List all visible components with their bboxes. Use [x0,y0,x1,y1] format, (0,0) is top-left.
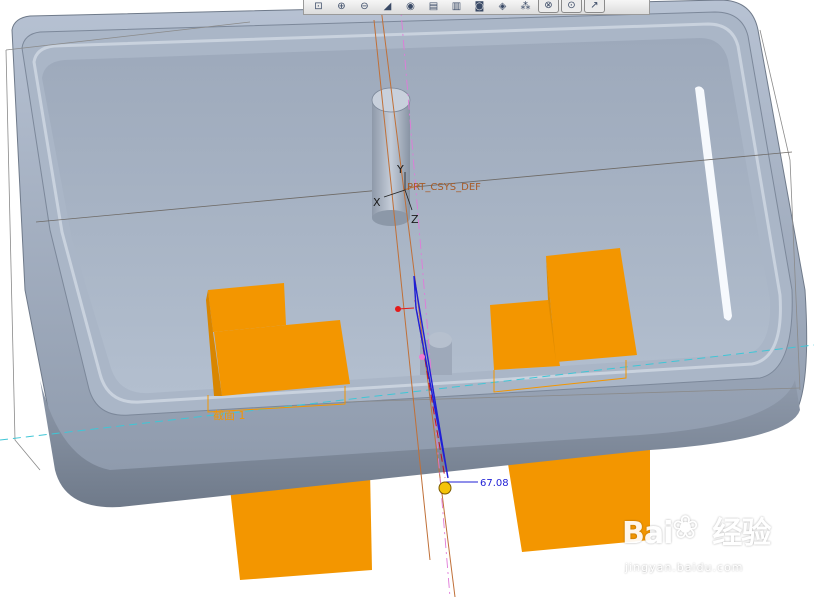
watermark-url: jingyan.baidu.com [625,561,744,574]
camera-icon[interactable]: ◙ [469,0,490,13]
sketch-point-pink[interactable] [419,354,425,360]
view-manager-icon[interactable]: ▥ [446,0,467,13]
center-boss-top [371,87,411,113]
paw-logo-icon: ❀ [672,508,699,546]
section-label[interactable]: 截面 1 [213,408,246,422]
graphics-window[interactable]: PRT_CSYS_DEF Y X Z 截面 1 67.08 ⊡ ⊕ ⊖ ◢ ◉ ▤ ▥ ◙ ◈ ⁂… [0,0,814,597]
graphics-toolbar: ⊡ ⊕ ⊖ ◢ ◉ ▤ ▥ ◙ ◈ ⁂ ⊗ ⊙ ↗ [303,0,650,15]
refit-icon[interactable]: ⊡ [308,0,329,13]
section-block-left-top [208,283,286,332]
zoom-in-icon[interactable]: ⊕ [331,0,352,13]
watermark-brand-left: Bai [622,516,673,551]
center-stub-top [428,332,452,348]
watermark-brand-right: 经验 [712,516,771,551]
point-display-icon[interactable]: ⊙ [561,0,582,13]
csys-axis-x-label: X [373,196,381,209]
csys-display-icon[interactable]: ↗ [584,0,605,13]
display-style-icon[interactable]: ◉ [400,0,421,13]
drag-handle[interactable] [438,481,452,495]
csys-label[interactable]: PRT_CSYS_DEF [407,182,481,193]
datum-display-icon[interactable]: ⁂ [515,0,536,13]
perspective-icon[interactable]: ◈ [492,0,513,13]
annotation-display-icon[interactable]: ⊗ [538,0,559,13]
csys-axis-y-label: Y [396,163,404,176]
center-boss-bottom [372,210,410,226]
zoom-out-icon[interactable]: ⊖ [354,0,375,13]
saved-orientations-icon[interactable]: ▤ [423,0,444,13]
dimension-value[interactable]: 67.08 [480,478,509,489]
csys-axis-z-label: Z [411,213,419,226]
repaint-icon[interactable]: ◢ [377,0,398,13]
